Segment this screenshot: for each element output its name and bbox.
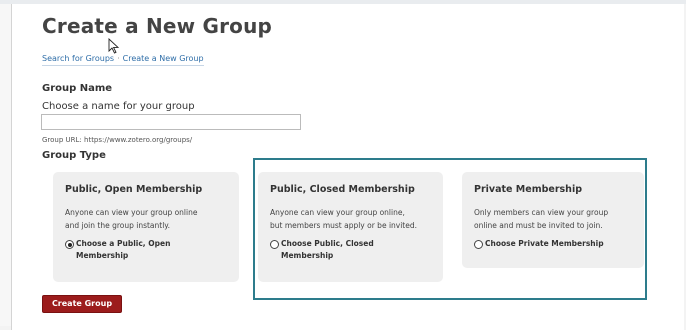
card-description-line: and join the group instantly. [65,221,171,230]
group-name-heading: Group Name [42,83,113,94]
create-group-button[interactable]: Create Group [42,295,122,313]
group-url-hint: Group URL: https://www.zotero.org/groups… [42,136,193,144]
highlight-box [253,158,647,300]
group-name-input[interactable] [41,114,301,130]
group-name-field-label: Choose a name for your group [42,101,195,112]
group-type-card-public-open[interactable]: Public, Open Membership Anyone can view … [53,172,239,282]
group-type-heading: Group Type [42,150,106,161]
card-title: Public, Open Membership [65,184,203,195]
choice-label-line: Choose a Public, Open [76,239,171,248]
breadcrumb-create-group-link[interactable]: Create a New Group [123,54,204,63]
choose-public-open-option[interactable]: Choose a Public, Open Membership [65,238,227,262]
card-description-line: Anyone can view your group online [65,208,198,217]
radio-public-open[interactable] [65,240,74,249]
breadcrumb: Search for Groups · Create a New Group [42,54,204,66]
breadcrumb-separator: · [117,54,120,63]
choice-label: Choose a Public, Open Membership [76,238,170,262]
card-description: Anyone can view your group online and jo… [65,206,227,232]
mouse-cursor-icon [108,38,120,54]
choice-label-line: Membership [76,251,129,260]
page-title: Create a New Group [42,14,273,38]
breadcrumb-search-groups-link[interactable]: Search for Groups [42,54,114,63]
